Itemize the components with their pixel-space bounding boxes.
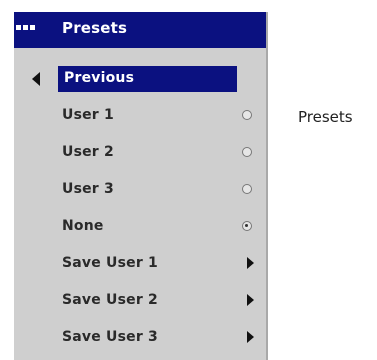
menu-item-label: Save User 3 [62, 329, 158, 345]
presets-menu-panel: Presets Previous User 1 User 2 User 3 No… [14, 12, 268, 360]
submenu-arrow-icon[interactable] [247, 331, 254, 343]
menu-item-user-1[interactable]: User 1 [14, 101, 266, 131]
menu-item-save-user-1[interactable]: Save User 1 [14, 249, 266, 279]
menu-item-label: Previous [64, 70, 135, 86]
menu-item-label: Save User 2 [62, 292, 158, 308]
menu-item-none[interactable]: None [14, 212, 266, 242]
back-arrow-icon[interactable] [32, 72, 40, 86]
menu-item-label: Save User 1 [62, 255, 158, 271]
menu-item-save-user-3[interactable]: Save User 3 [14, 323, 266, 353]
menu-item-user-2[interactable]: User 2 [14, 138, 266, 168]
menu-item-label: None [62, 218, 104, 234]
screen: Presets Previous User 1 User 2 User 3 No… [0, 0, 377, 360]
radio-user-1[interactable] [242, 110, 252, 120]
menu-item-user-3[interactable]: User 3 [14, 175, 266, 205]
menu-item-previous[interactable]: Previous [14, 64, 266, 94]
submenu-arrow-icon[interactable] [247, 294, 254, 306]
radio-none[interactable] [242, 221, 252, 231]
menu-item-label: User 3 [62, 181, 114, 197]
radio-user-3[interactable] [242, 184, 252, 194]
menu-title: Presets [62, 19, 128, 37]
menu-item-label: User 1 [62, 107, 114, 123]
menu-item-label: User 2 [62, 144, 114, 160]
presets-caption: Presets [298, 108, 353, 126]
menu-dots-icon [16, 25, 40, 31]
selection-highlight[interactable]: Previous [58, 66, 237, 92]
submenu-arrow-icon[interactable] [247, 257, 254, 269]
menu-titlebar: Presets [14, 12, 266, 48]
menu-item-save-user-2[interactable]: Save User 2 [14, 286, 266, 316]
radio-user-2[interactable] [242, 147, 252, 157]
